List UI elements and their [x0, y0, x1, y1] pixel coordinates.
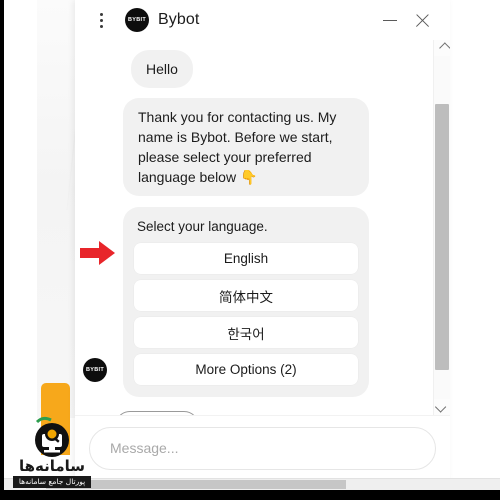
bottom-frame [0, 490, 500, 500]
chevron-up-icon [439, 42, 450, 54]
bot-avatar-logo-text: BYBIT [86, 367, 104, 373]
screenshot-root: BYBIT Bybot Hello Thank you for contacti… [0, 0, 500, 500]
watermark-title: سامانه‌ها [18, 457, 86, 475]
kebab-menu-icon[interactable] [93, 10, 109, 30]
minimize-icon [383, 13, 397, 27]
watermark-logo-icon [35, 416, 69, 457]
close-icon [415, 13, 430, 28]
language-option-simplified-chinese[interactable]: 简体中文 [134, 280, 358, 311]
bybit-logo-icon: BYBIT [125, 8, 149, 32]
message-input[interactable] [89, 426, 436, 470]
close-button[interactable] [415, 13, 430, 28]
language-option-english[interactable]: English [134, 243, 358, 274]
vertical-scrollbar[interactable] [433, 40, 450, 415]
language-option-more-options[interactable]: More Options (2) [134, 354, 358, 385]
minimize-button[interactable] [383, 13, 397, 27]
pointing-down-emoji-icon: 👇 [239, 169, 258, 185]
left-frame [0, 0, 4, 500]
language-option-korean[interactable]: 한국어 [134, 317, 358, 348]
chat-widget-panel: BYBIT Bybot Hello Thank you for contacti… [75, 0, 450, 480]
watermark-subtitle: پورتال جامع سامانه‌ها [12, 476, 92, 488]
scroll-up-button[interactable] [434, 40, 450, 56]
message-bubble-bot-text: Thank you for contacting us. My name is … [138, 109, 337, 185]
language-selection-card: Select your language. English 简体中文 한국어 M… [123, 207, 369, 397]
red-pointer-arrow [80, 241, 115, 265]
scrollbar-thumb[interactable] [435, 104, 449, 370]
message-composer [75, 415, 450, 480]
bot-avatar: BYBIT [83, 358, 107, 382]
brand-logo-text: BYBIT [128, 16, 146, 24]
chat-header: BYBIT Bybot [75, 0, 450, 40]
message-list: Hello Thank you for contacting us. My na… [75, 40, 450, 441]
message-bubble-bot: Thank you for contacting us. My name is … [123, 98, 369, 196]
window-controls [383, 13, 438, 28]
chevron-down-icon [434, 401, 447, 413]
message-bubble-user: Hello [131, 50, 193, 88]
page-title: Bybot [158, 11, 200, 28]
language-prompt-label: Select your language. [137, 219, 268, 234]
watermark: سامانه‌ها پورتال جامع سامانه‌ها [6, 416, 98, 488]
scroll-down-button[interactable] [434, 399, 450, 415]
message-list-inner: Hello Thank you for contacting us. My na… [75, 46, 450, 441]
